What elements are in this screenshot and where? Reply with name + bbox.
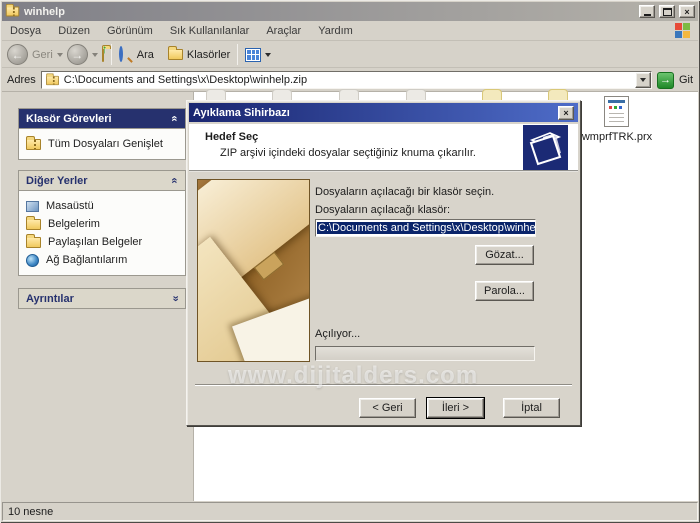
menu-araclar[interactable]: Araçlar bbox=[266, 25, 301, 37]
menu-duzen[interactable]: Düzen bbox=[58, 25, 90, 37]
menu-dosya[interactable]: Dosya bbox=[10, 25, 41, 37]
window-title: winhelp bbox=[24, 6, 635, 18]
sidebar-item-label: Masaüstü bbox=[46, 200, 94, 212]
forward-arrow-icon: → bbox=[71, 49, 83, 61]
forward-button[interactable]: → bbox=[67, 44, 88, 65]
zip-folder-icon bbox=[26, 139, 41, 150]
address-label: Adres bbox=[7, 74, 36, 86]
window-titlebar[interactable]: winhelp × bbox=[2, 2, 698, 21]
chevron-up-icon[interactable]: » bbox=[169, 177, 180, 183]
panel-title: Klasör Görevleri bbox=[26, 113, 112, 125]
address-dropdown-button[interactable] bbox=[635, 72, 651, 88]
file-icon-wmprftrk[interactable] bbox=[604, 96, 629, 127]
close-button[interactable]: × bbox=[679, 5, 695, 18]
dialog-header: Hedef Seç ZIP arşivi içindeki dosyalar s… bbox=[189, 124, 578, 172]
panel-other-places: Diğer Yerler » Masaüstü Belgelerim Payla… bbox=[18, 170, 186, 276]
sidebar-item-label: Paylaşılan Belgeler bbox=[48, 236, 142, 248]
dialog-title: Ayıklama Sihirbazı bbox=[193, 107, 290, 119]
search-icon[interactable] bbox=[119, 48, 133, 62]
folders-label[interactable]: Klasörler bbox=[187, 49, 230, 61]
minimize-button[interactable] bbox=[639, 5, 655, 18]
folder-icon bbox=[26, 219, 41, 230]
panel-folder-tasks-header[interactable]: Klasör Görevleri » bbox=[18, 108, 186, 129]
wizard-cancel-button[interactable]: İptal bbox=[503, 398, 560, 418]
file-label[interactable]: wmprfTRK.prx bbox=[572, 131, 662, 143]
dialog-titlebar[interactable]: Ayıklama Sihirbazı × bbox=[189, 103, 578, 122]
selected-text: C:\Documents and Settings\x\Desktop\winh… bbox=[317, 222, 536, 234]
views-dropdown-icon[interactable] bbox=[265, 53, 271, 57]
chevron-down-icon[interactable]: » bbox=[169, 295, 180, 301]
sidebar-item-network-connections[interactable]: Ağ Bağlantılarım bbox=[26, 251, 178, 269]
go-label[interactable]: Git bbox=[679, 74, 693, 86]
network-globe-icon bbox=[26, 254, 39, 267]
menu-sik-kullanilanlar[interactable]: Sık Kullanılanlar bbox=[170, 25, 250, 37]
destination-input[interactable]: C:\Documents and Settings\x\Desktop\winh… bbox=[315, 219, 536, 237]
maximize-icon bbox=[663, 8, 672, 16]
menu-gorunum[interactable]: Görünüm bbox=[107, 25, 153, 37]
toolbar-separator bbox=[111, 44, 112, 65]
back-arrow-icon: ← bbox=[12, 49, 24, 61]
task-pane: Klasör Görevleri » Tüm Dosyaları Genişle… bbox=[2, 92, 194, 501]
sidebar-item-extract-all[interactable]: Tüm Dosyaları Genişlet bbox=[26, 135, 178, 153]
sidebar-item-shared-documents[interactable]: Paylaşılan Belgeler bbox=[26, 233, 178, 251]
sidebar-item-desktop[interactable]: Masaüstü bbox=[26, 197, 178, 215]
zip-folder-icon bbox=[6, 7, 20, 17]
address-input[interactable]: C:\Documents and Settings\x\Desktop\winh… bbox=[41, 71, 652, 89]
wizard-next-button[interactable]: İleri > bbox=[427, 398, 484, 418]
sidebar-item-my-documents[interactable]: Belgelerim bbox=[26, 215, 178, 233]
extraction-wizard-dialog: Ayıklama Sihirbazı × Hedef Seç ZIP arşiv… bbox=[186, 100, 581, 426]
panel-title: Ayrıntılar bbox=[26, 293, 74, 305]
panel-folder-tasks: Klasör Görevleri » Tüm Dosyaları Genişle… bbox=[18, 108, 186, 160]
desktop-icon bbox=[26, 201, 39, 212]
toolbar: ← Geri → ↑ Ara Klasörler bbox=[2, 42, 698, 68]
panel-details: Ayrıntılar » bbox=[18, 288, 186, 309]
sidebar-item-label: Belgelerim bbox=[48, 218, 100, 230]
up-button[interactable]: ↑ bbox=[102, 49, 104, 61]
panel-folder-tasks-body: Tüm Dosyaları Genişlet bbox=[18, 129, 186, 160]
sidebar-item-label: Ağ Bağlantılarım bbox=[46, 254, 127, 266]
menu-bar: Dosya Düzen Görünüm Sık Kullanılanlar Ar… bbox=[2, 21, 698, 41]
back-dropdown-icon[interactable] bbox=[57, 53, 63, 57]
chevron-up-icon[interactable]: » bbox=[169, 115, 180, 121]
menu-yardim[interactable]: Yardım bbox=[318, 25, 353, 37]
windows-logo-icon bbox=[675, 23, 690, 38]
minimize-icon bbox=[644, 14, 651, 16]
search-label[interactable]: Ara bbox=[137, 49, 154, 61]
progress-bar bbox=[315, 346, 535, 361]
folders-icon[interactable] bbox=[168, 49, 183, 60]
back-label: Geri bbox=[32, 49, 53, 61]
password-button[interactable]: Parola... bbox=[475, 281, 534, 301]
progress-label: Açılıyor... bbox=[315, 328, 360, 340]
dialog-close-button[interactable]: × bbox=[558, 106, 574, 120]
wizard-back-button[interactable]: < Geri bbox=[359, 398, 416, 418]
dialog-heading: Hedef Seç bbox=[205, 131, 258, 143]
status-text: 10 nesne bbox=[8, 506, 53, 518]
sidebar-item-label: Tüm Dosyaları Genişlet bbox=[48, 138, 163, 150]
dropdown-icon bbox=[640, 78, 646, 82]
go-button[interactable]: → bbox=[657, 72, 674, 89]
wizard-folder-icon bbox=[523, 125, 568, 170]
dialog-separator bbox=[195, 384, 572, 386]
panel-title: Diğer Yerler bbox=[26, 175, 88, 187]
forward-dropdown-icon[interactable] bbox=[92, 53, 98, 57]
maximize-button[interactable] bbox=[659, 5, 675, 18]
back-button[interactable]: ← bbox=[7, 44, 28, 65]
panel-other-places-body: Masaüstü Belgelerim Paylaşılan Belgeler … bbox=[18, 191, 186, 276]
dialog-subheading: ZIP arşivi içindeki dosyalar seçtiğiniz … bbox=[220, 147, 476, 159]
folder-icon bbox=[26, 237, 41, 248]
screen: { "window": { "title": "winhelp", "statu… bbox=[0, 0, 700, 523]
wizard-side-image bbox=[197, 179, 310, 362]
address-value: C:\Documents and Settings\x\Desktop\winh… bbox=[64, 74, 307, 86]
panel-details-header[interactable]: Ayrıntılar » bbox=[18, 288, 186, 309]
destination-field-label: Dosyaların açılacağı klasör: bbox=[315, 204, 450, 216]
dialog-instruction: Dosyaların açılacağı bir klasör seçin. bbox=[315, 186, 494, 198]
up-arrow-icon: ↑ bbox=[102, 42, 108, 56]
panel-other-places-header[interactable]: Diğer Yerler » bbox=[18, 170, 186, 191]
status-bar: 10 nesne bbox=[2, 502, 698, 521]
address-zip-icon bbox=[46, 75, 59, 84]
browse-button[interactable]: Gözat... bbox=[475, 245, 534, 265]
toolbar-separator bbox=[237, 44, 238, 65]
views-icon[interactable] bbox=[245, 48, 261, 62]
